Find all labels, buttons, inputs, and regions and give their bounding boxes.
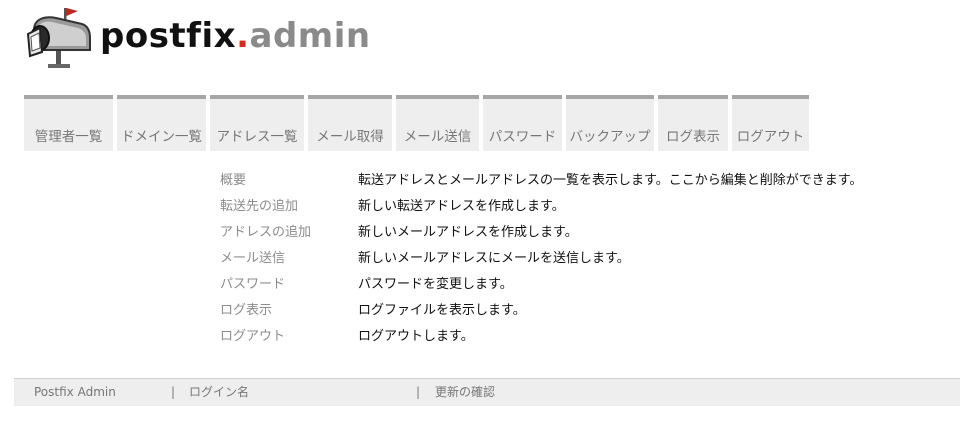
logo-text-admin: admin xyxy=(249,16,371,56)
menu-item-admin-list[interactable]: 管理者一覧 xyxy=(24,95,113,151)
menu-item-password[interactable]: パスワード xyxy=(483,95,562,151)
menu-item-fetch-mail[interactable]: メール取得 xyxy=(308,95,392,151)
footer: Postfix Admin | ログイン名 | 更新の確認 xyxy=(14,378,960,406)
logout-link[interactable]: ログアウト xyxy=(220,327,358,347)
overview-list: 概要 転送アドレスとメールアドレスの一覧を表示します。ここから編集と削除ができま… xyxy=(220,171,862,353)
add-mailbox-description: 新しいメールアドレスを作成します。 xyxy=(358,225,578,240)
menu-item-logout[interactable]: ログアウト xyxy=(732,95,809,151)
add-mailbox-link[interactable]: アドレスの追加 xyxy=(220,223,358,243)
menu-item-send-mail[interactable]: メール送信 xyxy=(396,95,479,151)
list-item: アドレスの追加 新しいメールアドレスを作成します。 xyxy=(220,223,862,249)
view-log-link[interactable]: ログ表示 xyxy=(220,301,358,321)
add-alias-link[interactable]: 転送先の追加 xyxy=(220,197,358,217)
logo-text-dot: . xyxy=(236,16,250,56)
list-item: パスワード パスワードを変更します。 xyxy=(220,275,862,301)
password-link[interactable]: パスワード xyxy=(220,275,358,295)
list-item: 概要 転送アドレスとメールアドレスの一覧を表示します。ここから編集と削除ができま… xyxy=(220,171,862,197)
menu-item-backup[interactable]: バックアップ xyxy=(566,95,654,151)
logo[interactable]: postfix.admin xyxy=(26,4,386,72)
list-item: メール送信 新しいメールアドレスにメールを送信します。 xyxy=(220,249,862,275)
menu-item-domain-list[interactable]: ドメイン一覧 xyxy=(117,95,206,151)
footer-login-name: ログイン名 xyxy=(189,385,250,399)
logo-text-postfix: postfix xyxy=(100,16,237,56)
send-mail-description: 新しいメールアドレスにメールを送信します。 xyxy=(358,251,630,266)
send-mail-link[interactable]: メール送信 xyxy=(220,249,358,269)
view-log-description: ログファイルを表示します。 xyxy=(358,303,526,318)
footer-update-check[interactable]: 更新の確認 xyxy=(435,379,495,406)
overview-link[interactable]: 概要 xyxy=(220,171,358,191)
menu-item-view-log[interactable]: ログ表示 xyxy=(658,95,728,151)
footer-app-name[interactable]: Postfix Admin xyxy=(34,379,116,406)
main-menu: 管理者一覧 ドメイン一覧 アドレス一覧 メール取得 メール送信 パスワード バッ… xyxy=(24,95,809,151)
list-item: 転送先の追加 新しい転送アドレスを作成します。 xyxy=(220,197,862,223)
add-alias-description: 新しい転送アドレスを作成します。 xyxy=(358,199,565,214)
password-description: パスワードを変更します。 xyxy=(358,277,513,292)
menu-item-address-list[interactable]: アドレス一覧 xyxy=(210,95,304,151)
list-item: ログアウト ログアウトします。 xyxy=(220,327,862,353)
list-item: ログ表示 ログファイルを表示します。 xyxy=(220,301,862,327)
mailbox-icon xyxy=(26,8,91,68)
logout-description: ログアウトします。 xyxy=(358,329,474,344)
footer-separator: | xyxy=(416,385,421,399)
overview-description: 転送アドレスとメールアドレスの一覧を表示します。ここから編集と削除ができます。 xyxy=(358,173,863,188)
logo-text: postfix.admin xyxy=(100,12,371,60)
footer-separator: | xyxy=(171,385,176,399)
